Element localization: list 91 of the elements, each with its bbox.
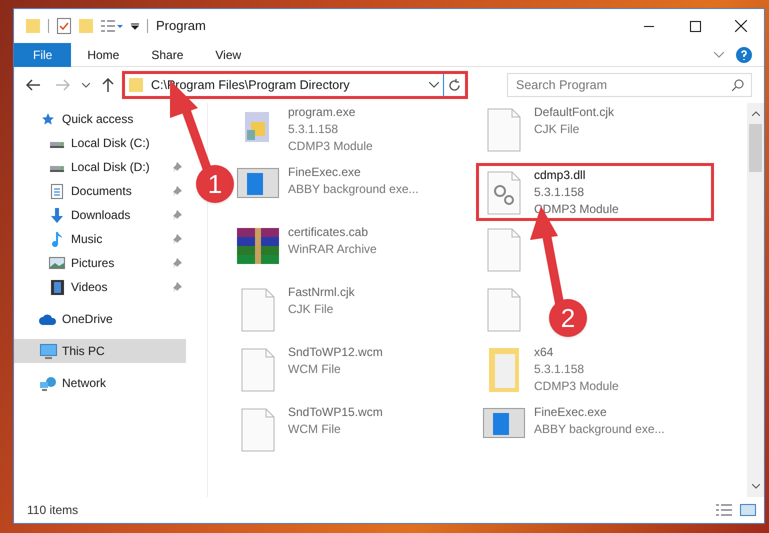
folder-icon (489, 348, 519, 392)
dropdown-icon (131, 22, 139, 30)
file-icon (241, 288, 275, 332)
thumbnail-view-icon[interactable] (740, 504, 756, 516)
file-detail: 5.3.1.158 (288, 121, 340, 138)
file-item[interactable]: SndToWP15.wcm WCM File (236, 403, 383, 452)
details-view-icon[interactable] (716, 504, 732, 516)
file-detail: 5.3.1.158 (534, 184, 586, 201)
scroll-thumb[interactable] (749, 124, 762, 172)
cloud-icon (39, 314, 57, 324)
file-icon (241, 348, 275, 392)
ribbon-tab[interactable]: File (14, 42, 72, 66)
file-name: cdmp3.dll (534, 167, 586, 184)
search-icon[interactable] (732, 79, 744, 91)
file-item[interactable]: x64 5.3.1.158 CDMP3 Module (482, 343, 619, 395)
window-icon (483, 408, 525, 438)
file-name: FineExec.exe (534, 404, 608, 421)
file-item[interactable]: SndToWP12.wcm WCM File (236, 343, 383, 392)
file-item[interactable]: certificates.cab WinRAR Archive (236, 223, 377, 264)
file-icon (487, 108, 521, 152)
sidebar-item[interactable]: Documents (14, 179, 186, 203)
chevron-down-icon[interactable] (714, 52, 724, 58)
folder-icon (26, 19, 40, 33)
properties-icon (101, 20, 123, 32)
sidebar-item[interactable]: Videos (14, 275, 186, 299)
archive-icon (237, 228, 279, 264)
ribbon-tab[interactable]: Share (135, 42, 200, 66)
refresh-icon[interactable] (448, 78, 461, 92)
sidebar-item[interactable]: OneDrive (14, 307, 186, 331)
folder-icon (79, 19, 93, 33)
file-name: DefaultFont.cjk (534, 104, 614, 121)
scrollbar[interactable] (747, 103, 764, 497)
file-item[interactable]: program.exe 5.3.1.158 CDMP3 Module (236, 103, 373, 155)
down-arrow-icon (50, 208, 64, 222)
monitor-icon (40, 344, 56, 358)
item-count: 110 items (27, 502, 80, 519)
file-item[interactable]: FineExec.exe ABBY background exe... (482, 403, 665, 438)
window-title: Program (156, 17, 207, 36)
caret-icon[interactable] (429, 82, 439, 88)
file-detail: CDMP3 Module (534, 378, 619, 395)
sidebar-item[interactable]: Local Disk (C:) (14, 131, 186, 155)
file-name: SndToWP12.wcm (288, 344, 383, 361)
maximize-icon (690, 20, 700, 32)
film-icon (50, 280, 64, 294)
ribbon-tab[interactable]: Home (71, 42, 136, 66)
network-icon (40, 376, 56, 390)
document-icon (51, 184, 63, 198)
star-icon (41, 112, 55, 126)
folder-icon (129, 78, 143, 92)
file-name: program.exe (288, 104, 356, 121)
sidebar-item[interactable]: Downloads (14, 203, 186, 227)
sidebar-item[interactable]: Quick access (14, 107, 186, 131)
file-detail: ABBY background exe... (288, 181, 419, 198)
file-detail: CDMP3 Module (288, 138, 373, 155)
file-detail: CJK File (288, 301, 334, 318)
file-icon (487, 288, 521, 332)
ribbon-tab[interactable]: View (199, 42, 258, 66)
help-icon[interactable] (736, 46, 752, 62)
file-name: FastNrml.cjk (288, 284, 355, 301)
file-name: certificates.cab (288, 224, 370, 241)
chevron-down-icon[interactable] (752, 484, 760, 489)
checklist-icon (57, 18, 71, 34)
file-name: SndToWP15.wcm (288, 404, 383, 421)
file-icon (487, 228, 521, 272)
up-arrow-icon[interactable] (102, 78, 114, 92)
caret-icon[interactable] (82, 82, 90, 88)
file-detail: 5.3.1.158 (534, 361, 586, 378)
picture-icon (49, 257, 65, 269)
file-item[interactable]: FastNrml.cjk CJK File (236, 283, 355, 332)
sidebar-item[interactable]: Pictures (14, 251, 186, 275)
file-detail: ABBY background exe... (534, 421, 665, 438)
file-detail: WinRAR Archive (288, 241, 377, 258)
file-detail: CJK File (534, 121, 580, 138)
music-note-icon (51, 232, 63, 246)
sidebar-item[interactable]: Network (14, 371, 186, 395)
sidebar-item[interactable]: Music (14, 227, 186, 251)
file-icon (241, 408, 275, 452)
file-detail: WCM File (288, 361, 342, 378)
file-item[interactable]: DefaultFont.cjk CJK File (482, 103, 614, 152)
gears-file-icon (487, 171, 521, 215)
back-arrow-icon[interactable] (26, 79, 40, 91)
sidebar-item[interactable]: Local Disk (D:) (14, 155, 186, 179)
file-item[interactable]: FineExec.exe ABBY background exe... (236, 163, 419, 198)
close-icon (735, 20, 747, 32)
sidebar-item[interactable]: This PC (14, 339, 186, 363)
window-icon (237, 168, 279, 198)
chevron-up-icon[interactable] (752, 111, 760, 116)
file-detail: WCM File (288, 421, 342, 438)
search-field[interactable]: Search Program (507, 73, 752, 97)
file-name: FineExec.exe (288, 164, 362, 181)
file-name: x64 (534, 344, 554, 361)
